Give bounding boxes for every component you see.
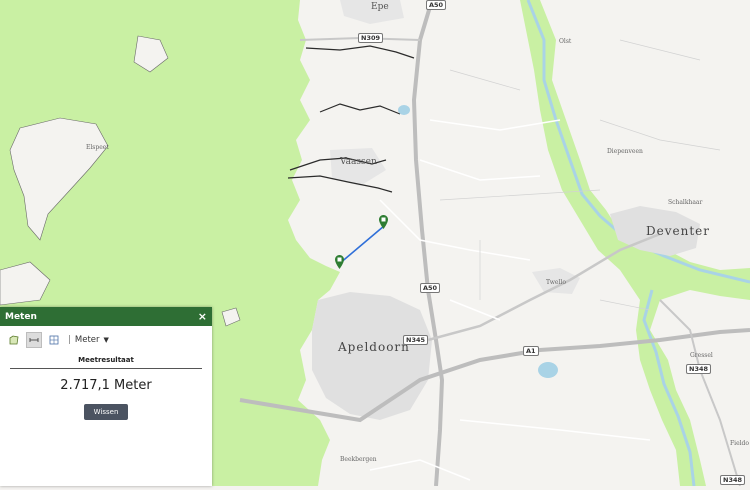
lake xyxy=(398,105,410,115)
place-label-olst: Olst xyxy=(559,38,572,45)
chevron-down-icon[interactable]: ▼ xyxy=(104,336,109,344)
toolbar-separator: | xyxy=(68,335,71,345)
place-label-diepenveen: Diepenveen xyxy=(607,148,643,155)
measure-toolbar: | Meter ▼ xyxy=(0,330,212,350)
map-pin-end-icon[interactable] xyxy=(379,215,388,229)
road-shield-a1: A1 xyxy=(523,346,539,356)
result-value: 2.717,1 Meter xyxy=(60,378,152,393)
place-label-fieldo: Fieldo xyxy=(730,440,750,447)
place-label-elspeet: Elspeet xyxy=(86,144,109,151)
result-divider xyxy=(10,368,202,369)
road-shield-n348: N348 xyxy=(686,364,712,374)
unit-select-value: Meter xyxy=(74,335,100,345)
measure-location-icon[interactable] xyxy=(47,333,61,347)
map-pin-start-icon[interactable] xyxy=(335,255,344,269)
measure-area-icon[interactable] xyxy=(7,333,21,347)
measure-panel: Meten × | Meter ▼ Meetresultaat 2.717,1 … xyxy=(0,307,212,486)
place-label-twello: Twello xyxy=(546,279,566,286)
road-shield-a50: A50 xyxy=(426,0,447,10)
road-shield-a50: A50 xyxy=(420,283,441,293)
place-label-schalkhaar: Schalkhaar xyxy=(668,199,703,206)
road-shield-n309: N309 xyxy=(358,33,384,43)
result-label: Meetresultaat xyxy=(78,356,134,364)
place-label-gressel: Gressel xyxy=(690,352,713,359)
clear-button[interactable]: Wissen xyxy=(84,404,128,420)
panel-header: Meten × xyxy=(0,307,212,326)
measure-distance-icon[interactable] xyxy=(26,332,42,348)
place-label-vaassen: Vaassen xyxy=(340,157,377,167)
place-label-beekbergen: Beekbergen xyxy=(340,456,377,463)
place-label-deventer: Deventer xyxy=(646,224,710,238)
road-shield-n348: N348 xyxy=(720,475,746,485)
lake xyxy=(538,362,558,378)
close-icon[interactable]: × xyxy=(198,307,207,326)
unit-select[interactable]: Meter ▼ xyxy=(75,335,109,345)
place-label-epe: Epe xyxy=(371,2,389,12)
place-label-apeldoorn: Apeldoorn xyxy=(338,340,410,354)
panel-title: Meten xyxy=(5,311,37,322)
road-shield-n345: N345 xyxy=(403,335,429,345)
